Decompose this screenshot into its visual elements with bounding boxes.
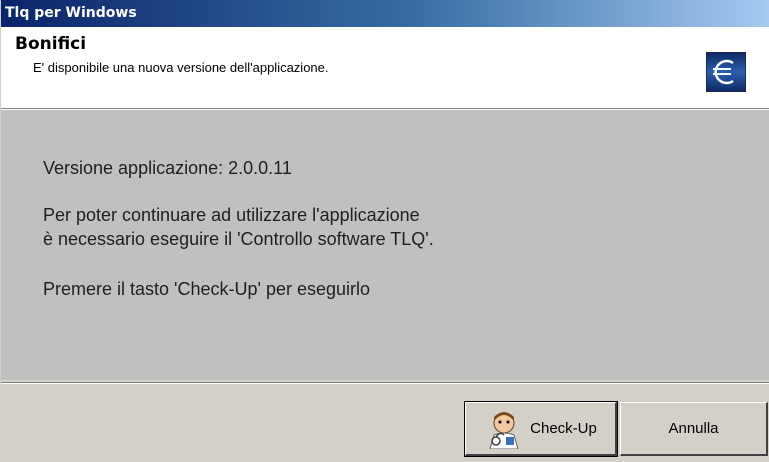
- version-text: Versione applicazione: 2.0.0.11: [43, 158, 292, 178]
- cancel-label: Annulla: [668, 420, 719, 437]
- dialog-header: Bonifici E' disponibile una nuova versio…: [1, 27, 769, 109]
- message-line-1: Per poter continuare ad utilizzare l'app…: [43, 205, 420, 225]
- header-title: Bonifici: [15, 34, 87, 54]
- cancel-button[interactable]: Annulla: [620, 402, 768, 456]
- message-panel: Versione applicazione: 2.0.0.11 Per pote…: [1, 110, 769, 380]
- check-up-label: Check-Up: [530, 420, 597, 437]
- dialog-window: Tlq per Windows Bonifici E' disponibile …: [0, 0, 769, 462]
- doctor-icon: [484, 409, 524, 449]
- title-bar[interactable]: Tlq per Windows: [1, 0, 769, 27]
- euro-icon: [706, 52, 746, 92]
- message-line-2: è necessario eseguire il 'Controllo soft…: [43, 229, 434, 249]
- message-line-3: Premere il tasto 'Check-Up' per eseguirl…: [43, 279, 371, 299]
- window-title: Tlq per Windows: [5, 5, 137, 21]
- check-up-button[interactable]: Check-Up: [464, 401, 618, 457]
- header-subtitle: E' disponibile una nuova versione dell'a…: [33, 60, 329, 75]
